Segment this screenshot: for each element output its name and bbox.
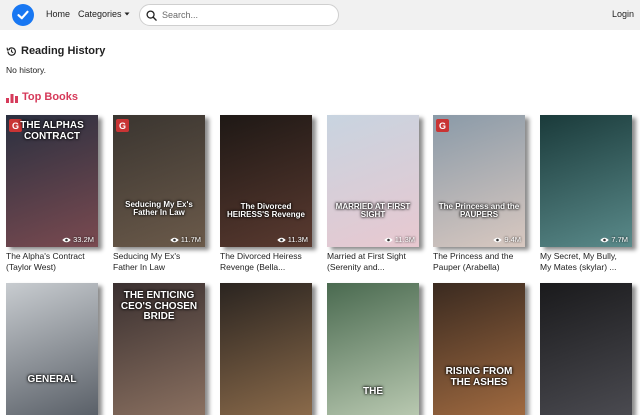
- book-cover[interactable]: MARRIED AT FIRST SIGHT 11.3M: [327, 115, 419, 247]
- book-card[interactable]: MARRIED AT FIRST SIGHT 11.3M Married at Fi…: [327, 115, 419, 273]
- book-card[interactable]: G The Princess and the PAUPERS 9.4M The Pri…: [433, 115, 525, 273]
- book-cover-title: THE ENTICING CEO'S CHOSEN BRIDE: [120, 290, 198, 322]
- view-count-value: 7.7M: [611, 235, 628, 244]
- books-grid: G THE ALPHAS CONTRACT 33.2M The Alpha's Con…: [0, 0, 640, 415]
- book-card[interactable]: GENERAL: [6, 283, 98, 415]
- book-title-line: The Princess and the: [433, 251, 514, 261]
- book-cover[interactable]: RISING FROM THE ASHES: [433, 283, 525, 415]
- eye-icon: [170, 237, 179, 242]
- eye-icon: [600, 237, 610, 242]
- eye-icon: [277, 237, 286, 242]
- book-card[interactable]: THE: [327, 283, 419, 415]
- view-count-value: 11.3M: [394, 235, 415, 244]
- book-cover-art: [433, 115, 525, 247]
- book-cover-title: The Princess and the PAUPERS: [438, 202, 520, 220]
- eye-icon: [62, 237, 71, 242]
- book-title-line: (Taylor West): [6, 262, 56, 272]
- book-cover[interactable]: [540, 283, 632, 415]
- book-card[interactable]: THE ENTICING CEO'S CHOSEN BRIDE: [113, 283, 205, 415]
- book-cover[interactable]: The Divorced HEIRESS'S Revenge 11.3M: [220, 115, 312, 247]
- publisher-badge: G: [116, 119, 129, 132]
- book-cover-art: [540, 115, 632, 247]
- book-cover[interactable]: [220, 283, 312, 415]
- book-cover-art: [6, 283, 98, 415]
- view-count-value: 11.7M: [180, 235, 201, 244]
- book-cover-title: MARRIED AT FIRST SIGHT: [335, 202, 411, 220]
- book-cover-title: RISING FROM THE ASHES: [445, 366, 513, 388]
- book-cover-title: THE ALPHAS CONTRACT: [20, 120, 84, 142]
- book-card[interactable]: G THE ALPHAS CONTRACT 33.2M The Alpha's Con…: [6, 115, 98, 273]
- book-cover-title: The Divorced HEIRESS'S Revenge: [227, 202, 305, 220]
- book-title[interactable]: Married at First Sight (Serenity and...: [327, 251, 423, 273]
- book-cover-title: THE: [363, 386, 383, 397]
- book-title-line: Father In Law: [113, 262, 165, 272]
- view-count: 7.7M: [600, 235, 628, 244]
- publisher-badge: G: [436, 119, 449, 132]
- book-cover-art: [433, 283, 525, 415]
- view-count-value: 9.4M: [504, 235, 521, 244]
- book-card[interactable]: G Seducing My Ex's Father In Law 11.7M Sedu…: [113, 115, 205, 273]
- book-title[interactable]: Seducing My Ex's Father In Law: [113, 251, 209, 273]
- book-cover-title: GENERAL: [27, 374, 77, 385]
- book-title-line: My Secret, My Bully,: [540, 251, 617, 261]
- eye-icon: [493, 237, 503, 242]
- view-count: 33.2M: [62, 235, 94, 244]
- book-title-line: My Mates (skylar) ...: [540, 262, 617, 272]
- book-cover[interactable]: THE: [327, 283, 419, 415]
- book-cover-art: [113, 115, 205, 247]
- book-cover-art: [220, 115, 312, 247]
- book-cover[interactable]: GENERAL: [6, 283, 98, 415]
- view-count: 11.7M: [170, 235, 201, 244]
- book-title-line: The Alpha's Contract: [6, 251, 85, 261]
- book-card[interactable]: [540, 283, 632, 415]
- book-cover-art: [327, 115, 419, 247]
- book-title[interactable]: The Princess and the Pauper (Arabella): [433, 251, 529, 273]
- eye-icon: [384, 237, 393, 242]
- book-cover[interactable]: G Seducing My Ex's Father In Law 11.7M: [113, 115, 205, 247]
- view-count: 9.4M: [493, 235, 521, 244]
- book-title-line: Pauper (Arabella): [433, 262, 500, 272]
- book-card[interactable]: The Divorced HEIRESS'S Revenge 11.3M The D…: [220, 115, 312, 273]
- book-title[interactable]: The Alpha's Contract (Taylor West): [6, 251, 102, 273]
- book-title-line: (Serenity and...: [327, 262, 385, 272]
- book-title-line: Married at First Sight: [327, 251, 406, 261]
- book-title[interactable]: The Divorced Heiress Revenge (Bella...: [220, 251, 316, 273]
- book-card[interactable]: RISING FROM THE ASHES: [433, 283, 525, 415]
- book-card[interactable]: [220, 283, 312, 415]
- book-cover-art: [540, 283, 632, 415]
- book-cover-art: [220, 283, 312, 415]
- view-count-value: 33.2M: [73, 235, 94, 244]
- book-title-line: Seducing My Ex's: [113, 251, 181, 261]
- book-cover[interactable]: G The Princess and the PAUPERS 9.4M: [433, 115, 525, 247]
- book-cover[interactable]: THE ENTICING CEO'S CHOSEN BRIDE: [113, 283, 205, 415]
- book-cover[interactable]: 7.7M: [540, 115, 632, 247]
- book-title[interactable]: My Secret, My Bully, My Mates (skylar) ..…: [540, 251, 636, 273]
- book-title-line: The Divorced Heiress: [220, 251, 302, 261]
- book-title-line: Revenge (Bella...: [220, 262, 286, 272]
- book-cover-title: Seducing My Ex's Father In Law: [125, 200, 193, 218]
- view-count: 11.3M: [384, 235, 415, 244]
- book-cover[interactable]: G THE ALPHAS CONTRACT 33.2M: [6, 115, 98, 247]
- book-card[interactable]: 7.7M My Secret, My Bully, My Mates (skylar…: [540, 115, 632, 273]
- view-count: 11.3M: [277, 235, 308, 244]
- view-count-value: 11.3M: [287, 235, 308, 244]
